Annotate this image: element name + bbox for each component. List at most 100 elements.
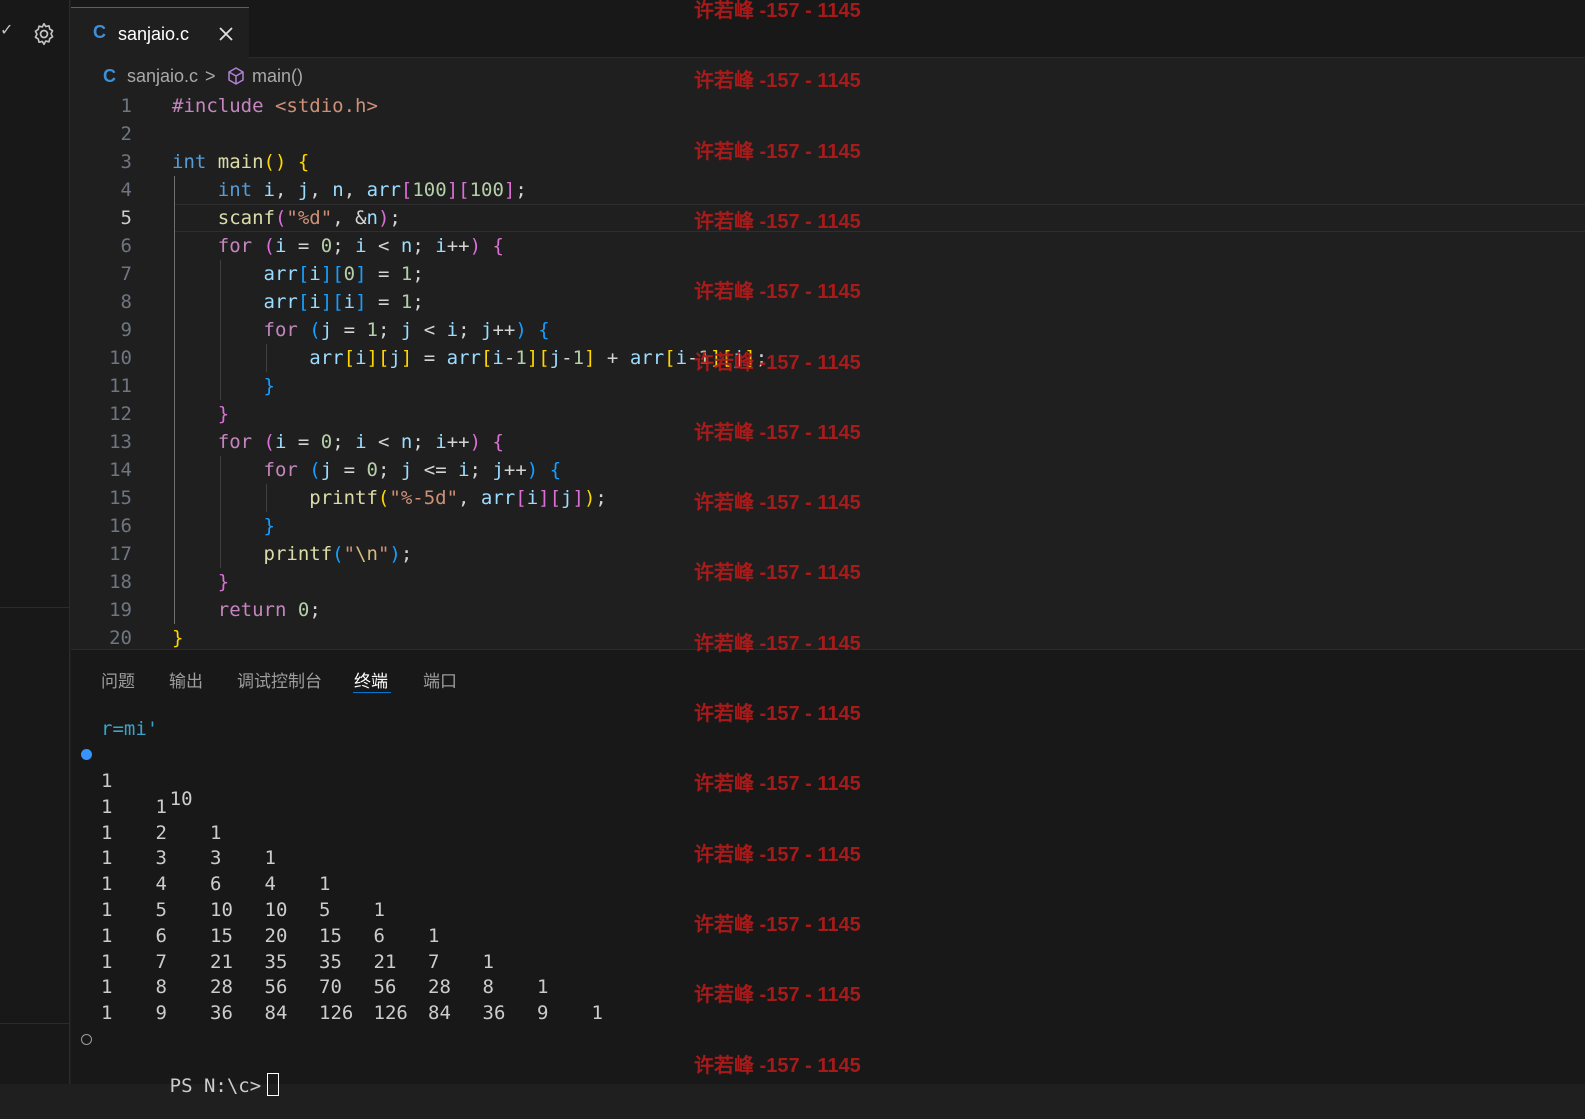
tab-debug-console[interactable]: 调试控制台 bbox=[237, 667, 322, 692]
terminal-cell: 28 bbox=[428, 976, 451, 999]
tab-output[interactable]: 输出 bbox=[169, 667, 203, 692]
terminal-cell: 5 bbox=[319, 899, 331, 921]
terminal-line: r=mi' bbox=[101, 718, 159, 740]
watermark-text: 许若峰 -157 - 1145 bbox=[694, 70, 861, 93]
chevron-right-icon: > bbox=[205, 66, 216, 86]
watermark-text: 许若峰 -157 - 1145 bbox=[694, 421, 861, 444]
watermark-text: 许若峰 -157 - 1145 bbox=[694, 351, 861, 374]
active-tab-indicator bbox=[353, 692, 391, 693]
terminal-cell: 8 bbox=[155, 976, 167, 999]
symbol-method-icon bbox=[228, 67, 244, 85]
terminal-cell: 6 bbox=[210, 873, 222, 896]
terminal-cell: 1 bbox=[537, 976, 549, 999]
terminal-cell: 1 bbox=[101, 795, 113, 818]
terminal-cell: 126 bbox=[319, 1002, 354, 1025]
line-number: 8 bbox=[120, 291, 132, 313]
terminal-cell: 4 bbox=[264, 873, 276, 896]
command-status-dot-icon[interactable] bbox=[81, 749, 92, 760]
tab-ports[interactable]: 端口 bbox=[423, 667, 457, 692]
terminal-cell: 15 bbox=[210, 924, 233, 947]
line-number: 6 bbox=[120, 235, 132, 257]
terminal-cell: 21 bbox=[210, 950, 233, 973]
terminal-cell: 36 bbox=[210, 1002, 233, 1025]
line-number: 5 bbox=[120, 207, 132, 229]
terminal-cell: 15 bbox=[319, 924, 342, 947]
terminal-cell: 5 bbox=[155, 899, 167, 921]
activity-bar: ✓ bbox=[0, 0, 70, 1084]
code-line[interactable]: 4 int i, j, n, arr[100][100]; bbox=[71, 176, 1585, 204]
terminal-cell: 1 bbox=[101, 847, 113, 870]
terminal-cell: 84 bbox=[428, 1002, 451, 1025]
line-number: 16 bbox=[109, 515, 132, 537]
terminal-cell: 35 bbox=[319, 950, 342, 973]
code-line[interactable]: 9 for (j = 1; j < i; j++) { bbox=[71, 316, 1585, 344]
watermark-text: 许若峰 -157 - 1145 bbox=[694, 0, 861, 22]
line-number: 17 bbox=[109, 543, 132, 565]
code-line[interactable]: 1 #include <stdio.h> bbox=[71, 92, 1585, 120]
terminal-cursor bbox=[267, 1073, 280, 1096]
terminal-cell: 36 bbox=[482, 1002, 506, 1025]
line-number: 14 bbox=[109, 459, 132, 481]
line-number: 20 bbox=[109, 627, 132, 649]
terminal-cell: 56 bbox=[373, 976, 397, 999]
code-line[interactable]: 14 for (j = 0; j <= i; j++) { bbox=[71, 456, 1585, 484]
tab-problems[interactable]: 问题 bbox=[101, 667, 135, 692]
terminal-cell: 1 bbox=[319, 873, 331, 896]
terminal-cell: 1 bbox=[101, 950, 113, 973]
terminal-cell: 20 bbox=[264, 924, 288, 947]
c-file-icon: C bbox=[103, 66, 116, 86]
terminal-prompt: PS N:\c> bbox=[169, 1075, 262, 1097]
code-line[interactable]: 19 return 0; bbox=[71, 596, 1585, 624]
tab-sanjaio-c[interactable]: C sanjaio.c bbox=[71, 7, 249, 58]
line-number: 2 bbox=[120, 123, 132, 145]
line-number: 10 bbox=[109, 347, 132, 369]
breadcrumb-file[interactable]: sanjaio.c bbox=[127, 66, 198, 87]
terminal-cell: 1 bbox=[264, 847, 276, 870]
terminal-cell: 1 bbox=[482, 950, 494, 973]
tab-terminal[interactable]: 终端 bbox=[354, 667, 388, 692]
terminal-cell: 10 bbox=[210, 899, 233, 921]
line-number: 7 bbox=[120, 263, 132, 285]
code-line[interactable]: 16 } bbox=[71, 512, 1585, 540]
command-status-dot-icon[interactable] bbox=[81, 1034, 92, 1045]
watermark-text: 许若峰 -157 - 1145 bbox=[694, 843, 861, 866]
line-number: 13 bbox=[109, 431, 132, 453]
tab-label: sanjaio.c bbox=[118, 24, 190, 44]
terminal-cell: 1 bbox=[428, 924, 440, 947]
close-icon[interactable] bbox=[216, 24, 236, 44]
terminal-cell: 3 bbox=[210, 847, 222, 870]
source-control-icon[interactable]: ✓ bbox=[0, 20, 13, 48]
code-line[interactable]: 11 } bbox=[71, 372, 1585, 400]
terminal-cell: 1 bbox=[373, 899, 385, 921]
terminal-cell: 7 bbox=[155, 950, 167, 973]
terminal-cell: 1 bbox=[101, 770, 113, 792]
terminal-cell: 56 bbox=[264, 976, 288, 999]
line-number: 18 bbox=[109, 571, 132, 593]
line-number: 11 bbox=[109, 375, 132, 397]
terminal-cell: 1 bbox=[155, 795, 167, 818]
terminal-cell: 35 bbox=[264, 950, 288, 973]
terminal-cell: 9 bbox=[537, 1002, 549, 1025]
watermark-text: 许若峰 -157 - 1145 bbox=[694, 1054, 861, 1077]
terminal-cell: 28 bbox=[210, 976, 233, 999]
terminal-cell: 1 bbox=[210, 821, 222, 844]
terminal-cell: 84 bbox=[264, 1002, 288, 1025]
terminal-prompt-line[interactable]: PS N:\c> bbox=[81, 1029, 280, 1097]
watermark-text: 许若峰 -157 - 1145 bbox=[694, 984, 861, 1007]
terminal-cell: 126 bbox=[373, 1002, 408, 1025]
gear-icon[interactable] bbox=[31, 21, 57, 47]
terminal-line: 10 bbox=[81, 744, 193, 810]
terminal-cell: 1 bbox=[101, 924, 113, 947]
watermark-text: 许若峰 -157 - 1145 bbox=[694, 913, 861, 936]
terminal-cell: 9 bbox=[155, 1002, 167, 1025]
breadcrumb-symbol[interactable]: main() bbox=[252, 66, 303, 87]
watermark-text: 许若峰 -157 - 1145 bbox=[694, 562, 861, 585]
code-line[interactable]: 6 for (i = 0; i < n; i++) { bbox=[71, 232, 1585, 260]
terminal-cell: 1 bbox=[101, 899, 113, 921]
line-number: 4 bbox=[120, 179, 132, 201]
watermark-text: 许若峰 -157 - 1145 bbox=[694, 773, 861, 796]
c-file-icon: C bbox=[93, 22, 106, 42]
line-number: 1 bbox=[120, 95, 132, 117]
terminal-cell: 1 bbox=[591, 1002, 603, 1025]
line-number: 9 bbox=[120, 319, 132, 341]
